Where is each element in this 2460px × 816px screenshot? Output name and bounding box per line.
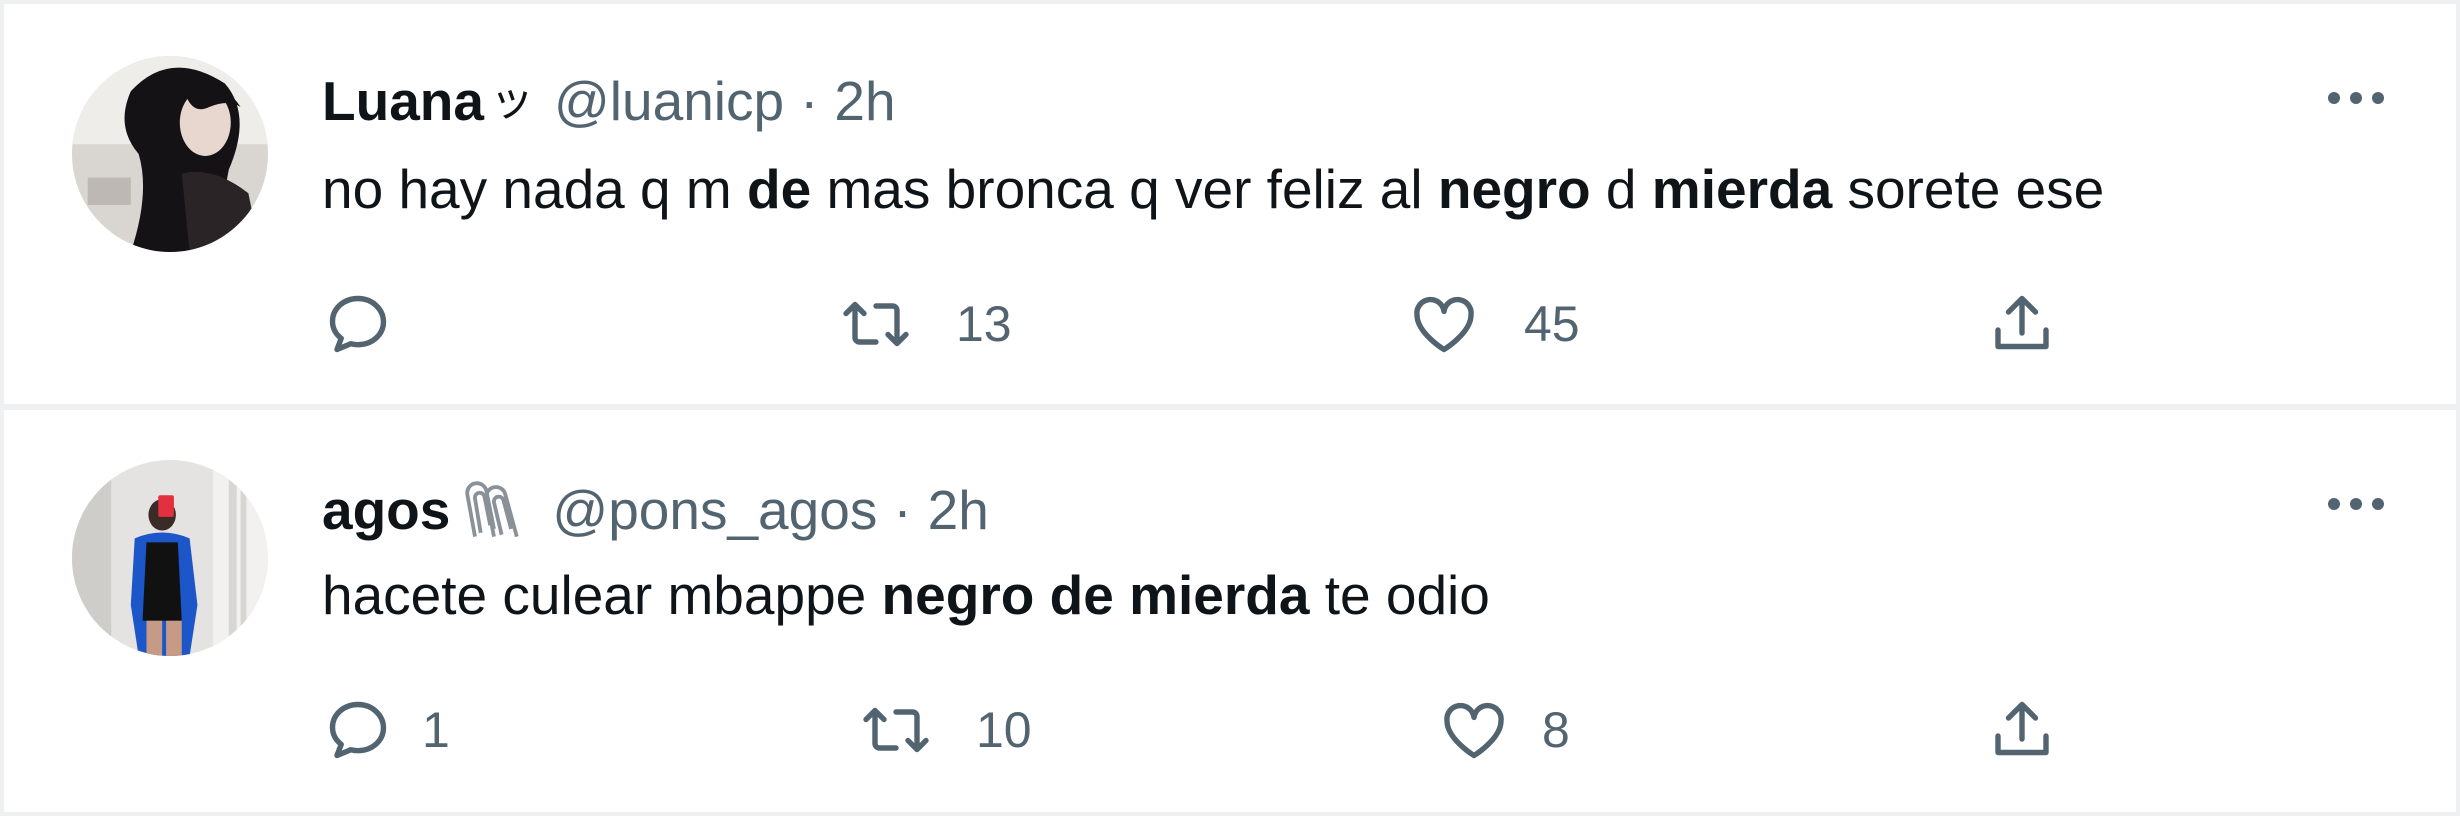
text-segment: no hay nada q m — [322, 158, 748, 220]
retweet-icon — [843, 301, 909, 347]
reply-count: 1 — [422, 702, 450, 758]
text-segment: d — [1590, 158, 1652, 220]
reply-button[interactable]: 1 — [322, 682, 450, 778]
like-icon — [1414, 296, 1474, 353]
like-button[interactable]: 8 — [1438, 682, 1570, 778]
name-emoji: ッ — [489, 76, 534, 125]
reply-button[interactable] — [322, 276, 438, 372]
tweet-header: Luana ッ @luanicp · 2h — [322, 66, 896, 136]
more-icon[interactable] — [2324, 74, 2388, 122]
action-bar: 1 10 8 — [4, 682, 2456, 778]
like-icon — [1444, 702, 1504, 759]
bold-text-segment: negro de mierda — [881, 564, 1310, 626]
share-icon — [1995, 701, 2049, 756]
text-segment: mas bronca q ver feliz al — [811, 158, 1438, 220]
bold-text-segment: mierda — [1651, 158, 1833, 220]
bold-text-segment: de — [747, 158, 812, 220]
author-handle[interactable]: @pons_agos — [552, 475, 877, 545]
avatar[interactable] — [72, 460, 268, 656]
retweet-button[interactable]: 10 — [860, 682, 1032, 778]
tweet[interactable]: agos @pons_agos · 2h hacete culear mbapp… — [4, 410, 2456, 812]
like-button[interactable]: 45 — [1408, 276, 1580, 372]
retweet-button[interactable]: 13 — [840, 276, 1012, 372]
timestamp[interactable]: 2h — [928, 475, 989, 545]
text-segment: te odio — [1309, 564, 1490, 626]
share-button[interactable] — [1986, 682, 2058, 778]
text-segment: sorete ese — [1832, 158, 2105, 220]
share-icon — [1995, 295, 2049, 350]
like-count: 8 — [1542, 702, 1570, 758]
more-icon[interactable] — [2324, 480, 2388, 528]
tweet-text: hacete culear mbappe negro de mierda te … — [322, 560, 1490, 630]
bold-text-segment: negro — [1437, 158, 1591, 220]
avatar[interactable] — [72, 56, 268, 252]
retweet-count: 13 — [956, 296, 1012, 352]
tweet-feed: Luana ッ @luanicp · 2h no hay nada q m de… — [0, 0, 2460, 816]
reply-icon — [329, 295, 387, 353]
author-name[interactable]: agos — [322, 475, 450, 545]
retweet-count: 10 — [976, 702, 1032, 758]
tweet-header: agos @pons_agos · 2h — [322, 472, 989, 548]
author-name[interactable]: Luana — [322, 66, 484, 136]
author-handle[interactable]: @luanicp — [554, 66, 784, 136]
paperclips-icon — [456, 472, 532, 548]
tweet-text: no hay nada q m de mas bronca q ver feli… — [322, 154, 2104, 224]
tweet[interactable]: Luana ッ @luanicp · 2h no hay nada q m de… — [4, 4, 2456, 404]
retweet-icon — [863, 707, 929, 753]
separator-dot: · — [800, 70, 819, 132]
timestamp[interactable]: 2h — [834, 66, 895, 136]
action-bar: 13 45 — [4, 276, 2456, 372]
text-segment: hacete culear mbappe — [322, 564, 882, 626]
like-count: 45 — [1524, 296, 1580, 352]
share-button[interactable] — [1986, 276, 2058, 372]
separator-dot: · — [893, 479, 912, 541]
reply-icon — [329, 701, 387, 759]
